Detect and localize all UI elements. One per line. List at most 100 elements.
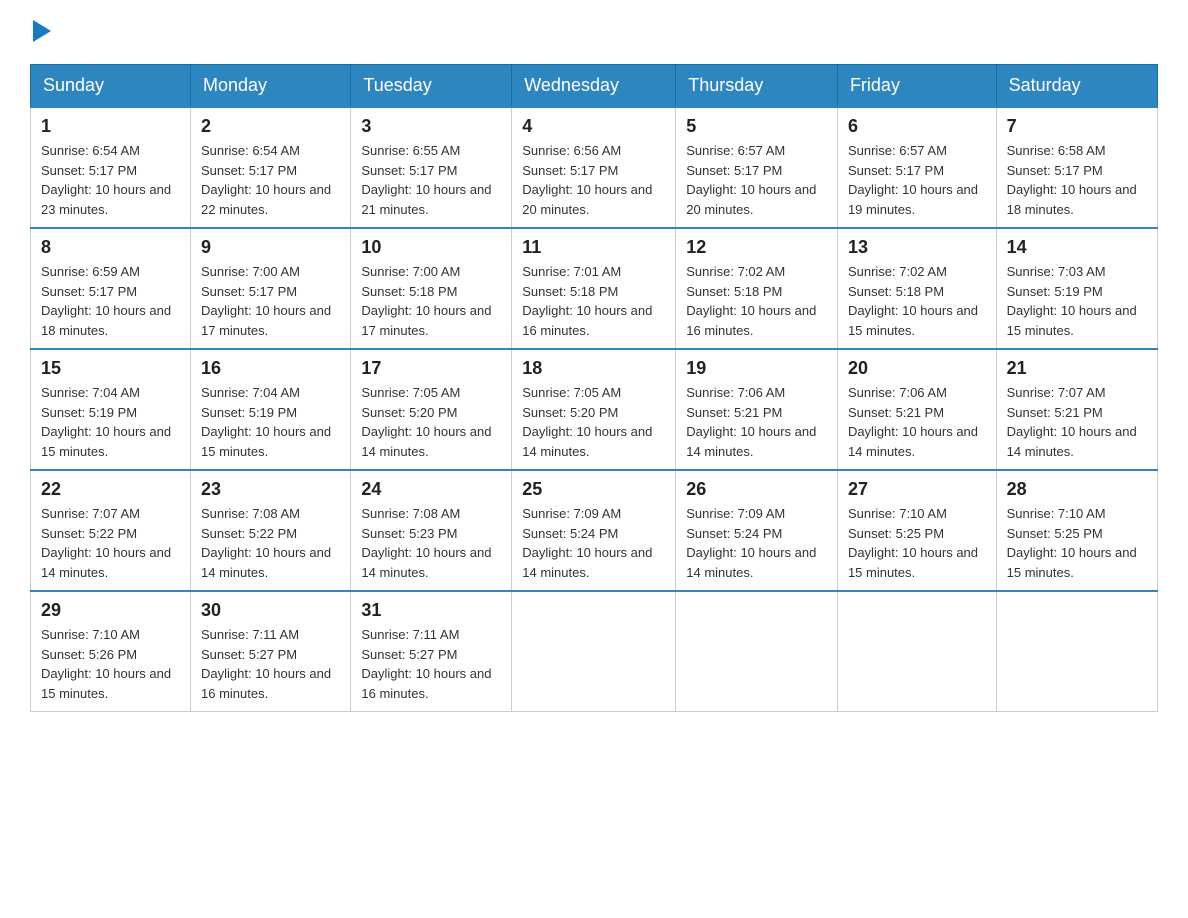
header-day-friday: Friday	[837, 65, 996, 108]
calendar-cell: 30Sunrise: 7:11 AMSunset: 5:27 PMDayligh…	[191, 591, 351, 712]
calendar-cell: 12Sunrise: 7:02 AMSunset: 5:18 PMDayligh…	[676, 228, 838, 349]
cell-day-number: 2	[201, 116, 340, 137]
week-row-5: 29Sunrise: 7:10 AMSunset: 5:26 PMDayligh…	[31, 591, 1158, 712]
calendar-cell: 10 Sunrise: 7:00 AMSunset: 5:18 PMDayligh…	[351, 228, 512, 349]
cell-info: Sunrise: 7:05 AMSunset: 5:20 PMDaylight:…	[361, 383, 501, 461]
calendar-cell: 7 Sunrise: 6:58 AMSunset: 5:17 PMDaylight…	[996, 107, 1157, 228]
cell-info: Sunrise: 7:02 AMSunset: 5:18 PMDaylight:…	[848, 262, 986, 340]
cell-day-number: 28	[1007, 479, 1147, 500]
cell-day-number: 13	[848, 237, 986, 258]
cell-day-number: 15	[41, 358, 180, 379]
cell-info: Sunrise: 7:08 AMSunset: 5:23 PMDaylight:…	[361, 504, 501, 582]
cell-info: Sunrise: 7:00 AMSunset: 5:17 PMDaylight:…	[201, 262, 340, 340]
cell-day-number: 3	[361, 116, 501, 137]
calendar-cell: 13 Sunrise: 7:02 AMSunset: 5:18 PMDayligh…	[837, 228, 996, 349]
cell-info: Sunrise: 7:10 AMSunset: 5:26 PMDaylight:…	[41, 625, 180, 703]
week-row-4: 22 Sunrise: 7:07 AMSunset: 5:22 PMDayligh…	[31, 470, 1158, 591]
cell-day-number: 10	[361, 237, 501, 258]
calendar-cell: 21Sunrise: 7:07 AMSunset: 5:21 PMDayligh…	[996, 349, 1157, 470]
calendar-cell: 3 Sunrise: 6:55 AMSunset: 5:17 PMDaylight…	[351, 107, 512, 228]
cell-day-number: 6	[848, 116, 986, 137]
week-row-3: 15 Sunrise: 7:04 AMSunset: 5:19 PMDayligh…	[31, 349, 1158, 470]
header-day-monday: Monday	[191, 65, 351, 108]
calendar-cell: 31Sunrise: 7:11 AMSunset: 5:27 PMDayligh…	[351, 591, 512, 712]
cell-info: Sunrise: 6:54 AMSunset: 5:17 PMDaylight:…	[41, 141, 180, 219]
calendar-cell: 27 Sunrise: 7:10 AMSunset: 5:25 PMDayligh…	[837, 470, 996, 591]
header-day-saturday: Saturday	[996, 65, 1157, 108]
calendar-cell: 18 Sunrise: 7:05 AMSunset: 5:20 PMDayligh…	[512, 349, 676, 470]
calendar-cell: 16 Sunrise: 7:04 AMSunset: 5:19 PMDayligh…	[191, 349, 351, 470]
cell-info: Sunrise: 7:02 AMSunset: 5:18 PMDaylight:…	[686, 262, 827, 340]
calendar-cell: 6 Sunrise: 6:57 AMSunset: 5:17 PMDaylight…	[837, 107, 996, 228]
calendar-cell: 19 Sunrise: 7:06 AMSunset: 5:21 PMDayligh…	[676, 349, 838, 470]
cell-day-number: 20	[848, 358, 986, 379]
cell-day-number: 14	[1007, 237, 1147, 258]
cell-day-number: 31	[361, 600, 501, 621]
header-day-thursday: Thursday	[676, 65, 838, 108]
logo	[30, 20, 51, 44]
cell-info: Sunrise: 7:07 AMSunset: 5:22 PMDaylight:…	[41, 504, 180, 582]
cell-info: Sunrise: 7:10 AMSunset: 5:25 PMDaylight:…	[1007, 504, 1147, 582]
header-row: SundayMondayTuesdayWednesdayThursdayFrid…	[31, 65, 1158, 108]
calendar-cell: 20Sunrise: 7:06 AMSunset: 5:21 PMDayligh…	[837, 349, 996, 470]
cell-day-number: 27	[848, 479, 986, 500]
cell-day-number: 21	[1007, 358, 1147, 379]
calendar-cell	[996, 591, 1157, 712]
cell-day-number: 22	[41, 479, 180, 500]
cell-info: Sunrise: 6:56 AMSunset: 5:17 PMDaylight:…	[522, 141, 665, 219]
cell-info: Sunrise: 7:03 AMSunset: 5:19 PMDaylight:…	[1007, 262, 1147, 340]
calendar-cell: 9 Sunrise: 7:00 AMSunset: 5:17 PMDaylight…	[191, 228, 351, 349]
calendar-cell: 1 Sunrise: 6:54 AMSunset: 5:17 PMDaylight…	[31, 107, 191, 228]
cell-day-number: 5	[686, 116, 827, 137]
cell-info: Sunrise: 7:00 AMSunset: 5:18 PMDaylight:…	[361, 262, 501, 340]
calendar-cell: 23Sunrise: 7:08 AMSunset: 5:22 PMDayligh…	[191, 470, 351, 591]
cell-info: Sunrise: 7:08 AMSunset: 5:22 PMDaylight:…	[201, 504, 340, 582]
calendar-cell: 5Sunrise: 6:57 AMSunset: 5:17 PMDaylight…	[676, 107, 838, 228]
cell-info: Sunrise: 7:06 AMSunset: 5:21 PMDaylight:…	[686, 383, 827, 461]
cell-day-number: 30	[201, 600, 340, 621]
cell-info: Sunrise: 6:58 AMSunset: 5:17 PMDaylight:…	[1007, 141, 1147, 219]
cell-info: Sunrise: 6:57 AMSunset: 5:17 PMDaylight:…	[848, 141, 986, 219]
cell-day-number: 4	[522, 116, 665, 137]
cell-info: Sunrise: 7:04 AMSunset: 5:19 PMDaylight:…	[41, 383, 180, 461]
cell-info: Sunrise: 7:05 AMSunset: 5:20 PMDaylight:…	[522, 383, 665, 461]
cell-day-number: 9	[201, 237, 340, 258]
calendar-cell	[676, 591, 838, 712]
calendar-cell: 15 Sunrise: 7:04 AMSunset: 5:19 PMDayligh…	[31, 349, 191, 470]
calendar-cell: 26 Sunrise: 7:09 AMSunset: 5:24 PMDayligh…	[676, 470, 838, 591]
calendar-cell: 22 Sunrise: 7:07 AMSunset: 5:22 PMDayligh…	[31, 470, 191, 591]
calendar-cell: 14 Sunrise: 7:03 AMSunset: 5:19 PMDayligh…	[996, 228, 1157, 349]
cell-info: Sunrise: 7:01 AMSunset: 5:18 PMDaylight:…	[522, 262, 665, 340]
calendar-cell: 2 Sunrise: 6:54 AMSunset: 5:17 PMDaylight…	[191, 107, 351, 228]
calendar-cell: 17 Sunrise: 7:05 AMSunset: 5:20 PMDayligh…	[351, 349, 512, 470]
cell-day-number: 18	[522, 358, 665, 379]
logo-triangle-icon	[33, 20, 51, 42]
cell-day-number: 1	[41, 116, 180, 137]
week-row-2: 8Sunrise: 6:59 AMSunset: 5:17 PMDaylight…	[31, 228, 1158, 349]
calendar-cell: 4 Sunrise: 6:56 AMSunset: 5:17 PMDaylight…	[512, 107, 676, 228]
calendar-cell: 28 Sunrise: 7:10 AMSunset: 5:25 PMDayligh…	[996, 470, 1157, 591]
cell-info: Sunrise: 6:54 AMSunset: 5:17 PMDaylight:…	[201, 141, 340, 219]
cell-info: Sunrise: 6:59 AMSunset: 5:17 PMDaylight:…	[41, 262, 180, 340]
cell-info: Sunrise: 7:10 AMSunset: 5:25 PMDaylight:…	[848, 504, 986, 582]
week-row-1: 1 Sunrise: 6:54 AMSunset: 5:17 PMDaylight…	[31, 107, 1158, 228]
page-header	[30, 20, 1158, 44]
cell-day-number: 11	[522, 237, 665, 258]
cell-info: Sunrise: 6:55 AMSunset: 5:17 PMDaylight:…	[361, 141, 501, 219]
header-day-tuesday: Tuesday	[351, 65, 512, 108]
cell-day-number: 16	[201, 358, 340, 379]
cell-day-number: 24	[361, 479, 501, 500]
calendar-cell	[512, 591, 676, 712]
calendar-cell: 11 Sunrise: 7:01 AMSunset: 5:18 PMDayligh…	[512, 228, 676, 349]
cell-day-number: 17	[361, 358, 501, 379]
calendar-cell: 24 Sunrise: 7:08 AMSunset: 5:23 PMDayligh…	[351, 470, 512, 591]
header-day-sunday: Sunday	[31, 65, 191, 108]
cell-day-number: 26	[686, 479, 827, 500]
calendar-cell: 25 Sunrise: 7:09 AMSunset: 5:24 PMDayligh…	[512, 470, 676, 591]
cell-day-number: 7	[1007, 116, 1147, 137]
cell-day-number: 25	[522, 479, 665, 500]
cell-info: Sunrise: 7:09 AMSunset: 5:24 PMDaylight:…	[686, 504, 827, 582]
cell-day-number: 19	[686, 358, 827, 379]
cell-info: Sunrise: 7:04 AMSunset: 5:19 PMDaylight:…	[201, 383, 340, 461]
cell-info: Sunrise: 7:09 AMSunset: 5:24 PMDaylight:…	[522, 504, 665, 582]
